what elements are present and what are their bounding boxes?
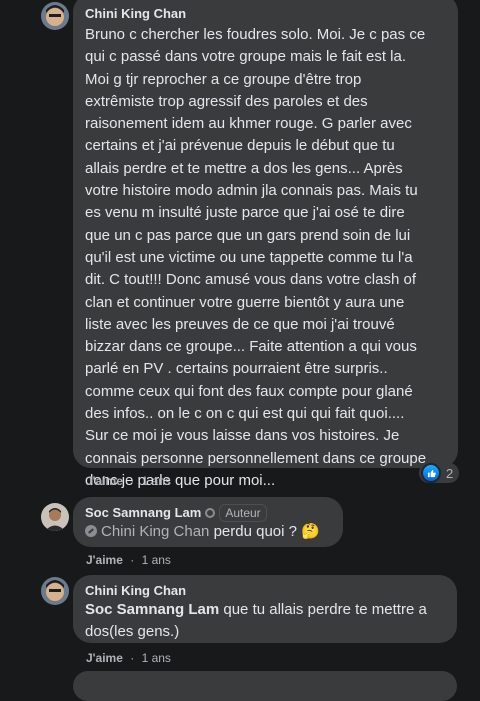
separator: · xyxy=(130,553,135,567)
avatar-image xyxy=(41,503,69,531)
comment-actions: J'aime · 1 ans xyxy=(86,553,171,567)
separator: · xyxy=(130,474,135,488)
comment-line: dos(les gens.) xyxy=(85,623,180,641)
comment-text-content: que tu allais perdre te mettre a xyxy=(223,601,427,618)
comment-line: allais perdre et te mettre a dos les gen… xyxy=(85,159,403,177)
separator: · xyxy=(130,651,135,665)
comment-text-content: perdu quoi ? xyxy=(213,523,297,540)
comment-author[interactable]: Chini King Chan xyxy=(85,583,186,598)
comment-actions: J'aime · 1 ans xyxy=(86,651,171,665)
avatar[interactable] xyxy=(41,2,69,30)
comment-line: certains et j'ai prévenue depuis le débu… xyxy=(85,137,395,155)
avatar-image xyxy=(41,2,69,30)
comment-line: liste avec les preuves de ce que moi j'a… xyxy=(85,315,395,333)
comment-text: Bruno c chercher les foudres solo. Moi. … xyxy=(85,24,455,492)
comment-line: bizzar dans ce groupe... Faite attention… xyxy=(85,338,417,356)
comment-bubble: Chini King Chan Soc Samnang Lam que tu a… xyxy=(73,575,457,643)
comment-text: Chini King Chan perdu quoi ? 🤔 xyxy=(85,521,320,543)
comment-bubble: Chini King Chan Bruno c chercher les fou… xyxy=(73,0,458,489)
comment-line: qu'il est une victime ou une tappette co… xyxy=(85,248,413,266)
comment-line: Bruno c chercher les foudres solo. Moi. … xyxy=(85,26,426,43)
comment-line: connais personne personnellement dans ce… xyxy=(85,449,427,467)
mention-link[interactable]: Soc Samnang Lam xyxy=(85,601,219,618)
comment-timestamp[interactable]: 1 ans xyxy=(142,553,171,567)
comment-line: raisonement idem au khmer rouge. G parle… xyxy=(85,115,412,133)
comment-bubble: Soc Samnang Lam Auteur Chini King Chan pe… xyxy=(73,497,343,547)
comment-text: Soc Samnang Lam que tu allais perdre te … xyxy=(85,599,450,644)
reaction-count[interactable]: 2 xyxy=(419,463,460,483)
avatar[interactable] xyxy=(41,577,69,605)
like-button[interactable]: J'aime xyxy=(86,474,123,488)
comment-timestamp[interactable]: 1 ans xyxy=(142,651,171,665)
comment-line: es venu m insulté juste parce que j'ai o… xyxy=(85,204,405,222)
comment-author[interactable]: Soc Samnang Lam xyxy=(85,505,201,520)
comment-timestamp[interactable]: 1 ans xyxy=(142,474,171,488)
comment-line: Sur ce moi je vous laisse dans vos histo… xyxy=(85,427,400,445)
reply-icon xyxy=(85,525,97,537)
avatar-image xyxy=(41,577,69,605)
like-button[interactable]: J'aime xyxy=(86,553,123,567)
moderator-badge-icon xyxy=(205,508,216,518)
comment-actions: J'aime · 1 ans xyxy=(86,474,171,488)
like-thumb-icon xyxy=(421,463,441,483)
comment-line: Moi g tjr reprocher a ce groupe d'être t… xyxy=(85,70,362,88)
comment-line: extrêmiste trop agressif des paroles et … xyxy=(85,92,368,110)
comment-line: votre histoire modo admin jla connais pa… xyxy=(85,182,418,200)
reaction-count-text: 2 xyxy=(446,465,454,481)
mention-link[interactable]: Chini King Chan xyxy=(101,523,209,540)
avatar[interactable] xyxy=(41,503,69,531)
comment-line: que un c pas parce que un gars prend soi… xyxy=(85,226,411,244)
comment-line: dit. C tout!!! Donc amusé vous dans votr… xyxy=(85,271,416,289)
comment-line: clan et continuer votre guerre bientôt y… xyxy=(85,293,405,311)
comment-line: comme ceux qui font des faux compte pour… xyxy=(85,382,413,400)
author-badge: Auteur xyxy=(219,504,267,522)
comment-line: qui c passé dans votre groupe mais le fa… xyxy=(85,48,407,66)
comment-line: parlé en PV . certains pourraient être s… xyxy=(85,360,388,378)
comment-author[interactable]: Chini King Chan xyxy=(85,6,186,21)
comment-author-row: Soc Samnang Lam Auteur xyxy=(85,504,267,522)
thinking-emoji-icon: 🤔 xyxy=(301,523,320,540)
like-button[interactable]: J'aime xyxy=(86,651,123,665)
comment-line: des infos.. on le c on c qui est qui qui… xyxy=(85,405,405,423)
comment-line: Soc Samnang Lam que tu allais perdre te … xyxy=(85,599,450,621)
